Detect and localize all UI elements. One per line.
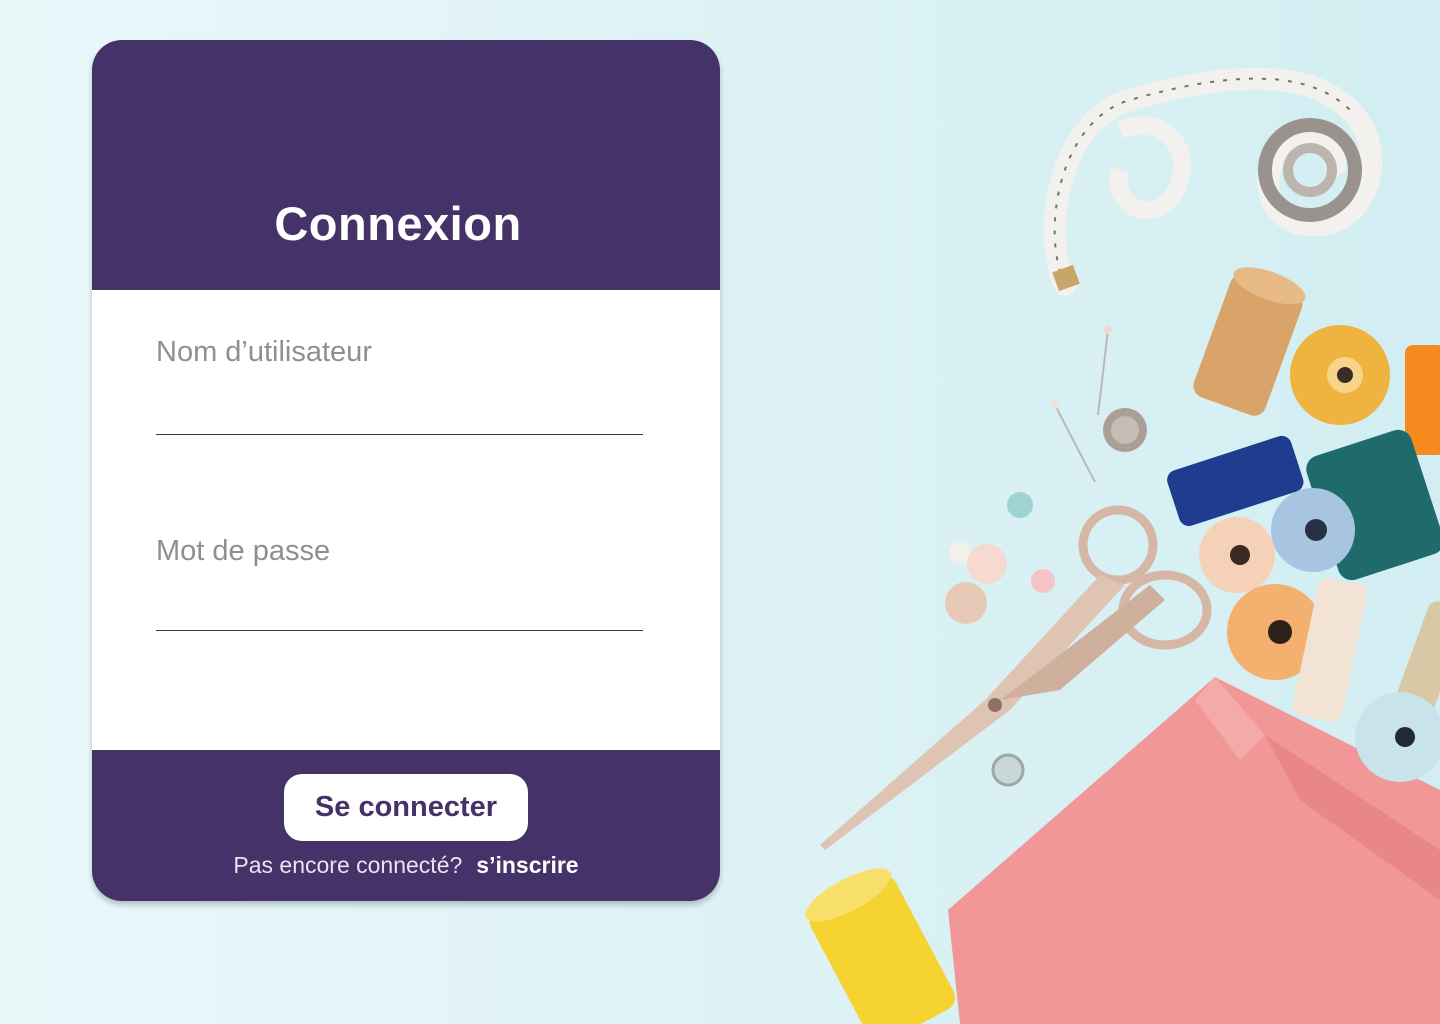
pin (1097, 329, 1109, 416)
login-button[interactable]: Se connecter (284, 774, 528, 841)
username-label: Nom d’utilisateur (156, 336, 372, 368)
sewing-button (945, 582, 987, 624)
measuring-tape (1043, 67, 1383, 296)
thimble-top (1111, 416, 1139, 444)
username-input[interactable] (156, 395, 643, 435)
pin (1054, 404, 1096, 483)
login-card-footer: Se connecter Pas encore connecté? s’inscr… (92, 750, 720, 901)
login-card: Connexion Nom d’utilisateur Mot de passe… (92, 40, 720, 901)
password-label: Mot de passe (156, 535, 331, 567)
sewing-button (1031, 569, 1055, 593)
pin-head (1104, 326, 1112, 334)
signup-link[interactable]: s’inscrire (476, 852, 578, 878)
pin-head (1051, 401, 1059, 409)
sewing-button (1007, 492, 1033, 518)
signup-row: Pas encore connecté? s’inscrire (92, 852, 720, 879)
login-card-header: Connexion (92, 40, 720, 290)
page-title: Connexion (274, 197, 522, 250)
password-input[interactable] (156, 591, 643, 631)
sewing-button (991, 753, 1025, 787)
sewing-button (967, 544, 1007, 584)
signup-prompt: Pas encore connecté? (233, 852, 463, 878)
